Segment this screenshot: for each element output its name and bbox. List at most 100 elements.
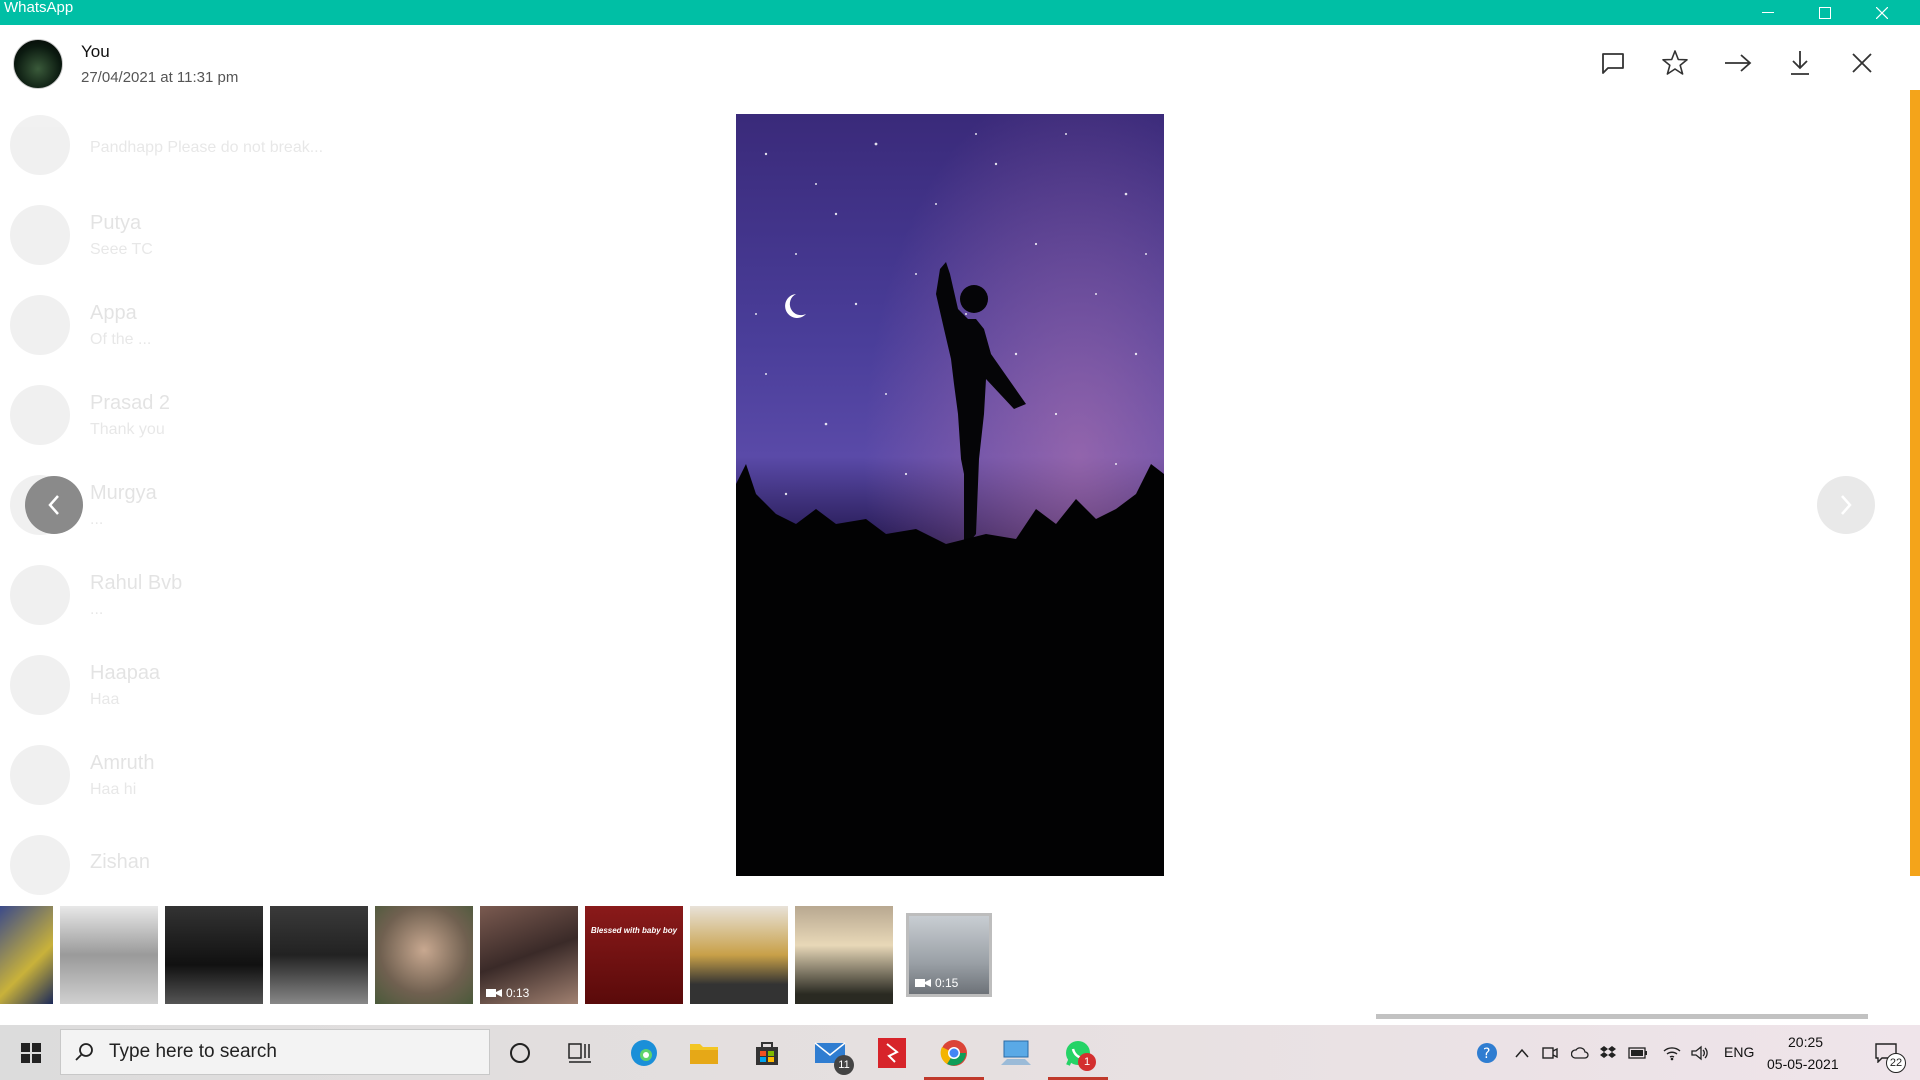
- start-button[interactable]: [10, 1025, 52, 1080]
- download-icon: [1791, 51, 1809, 75]
- close-viewer-button[interactable]: [1844, 45, 1880, 81]
- chat-list-item: Pandhapp Please do not break...: [0, 100, 560, 190]
- avatar: [10, 205, 70, 265]
- tray-app-button[interactable]: [1596, 1025, 1620, 1080]
- media-thumbnail[interactable]: [270, 906, 368, 1004]
- chat-name: Rahul Bvb: [90, 571, 183, 594]
- media-thumbnail[interactable]: [165, 906, 263, 1004]
- media-image: [736, 114, 1164, 876]
- star-button[interactable]: [1657, 45, 1693, 81]
- avatar: [10, 655, 70, 715]
- sender-name: You: [81, 42, 110, 61]
- chat-list-item: Haapaa Haa: [0, 640, 560, 730]
- windows-logo-icon: [21, 1042, 41, 1063]
- tray-app-button[interactable]: [1538, 1025, 1562, 1080]
- night-sky-silhouette-image: [736, 114, 1164, 876]
- speaker-icon: [1691, 1045, 1708, 1060]
- wifi-icon: [1663, 1046, 1681, 1060]
- close-icon: [1852, 53, 1872, 73]
- edge-app[interactable]: [622, 1025, 666, 1080]
- chat-list-item: Murgya...: [0, 460, 560, 550]
- chat-name: Putya: [90, 211, 142, 234]
- chat-preview: ...: [90, 510, 104, 528]
- cortana-button[interactable]: [500, 1025, 540, 1080]
- battery-icon: [1628, 1046, 1647, 1059]
- media-thumbnail[interactable]: 0:13: [480, 906, 578, 1004]
- message-timestamp: 27/04/2021 at 11:31 pm: [81, 69, 239, 86]
- task-view-icon: [568, 1042, 591, 1063]
- edge-browser-icon: [631, 1039, 657, 1066]
- clock-date[interactable]: 05-05-2021: [1767, 1056, 1839, 1072]
- video-camera-icon: [486, 989, 502, 997]
- svg-text:?: ?: [1483, 1046, 1490, 1062]
- media-thumbnail-selected[interactable]: 0:15: [906, 913, 992, 997]
- chat-preview: Pandhapp Please do not break...: [90, 139, 324, 156]
- horizontal-scrollbar[interactable]: [1376, 1014, 1868, 1019]
- remote-desktop-app[interactable]: [994, 1025, 1038, 1080]
- volume-button[interactable]: [1688, 1025, 1712, 1080]
- folder-icon: [690, 1043, 718, 1064]
- window-edge: [1910, 90, 1920, 876]
- close-window-button[interactable]: [1857, 0, 1907, 25]
- network-button[interactable]: [1660, 1025, 1684, 1080]
- chat-name: Haapaa: [90, 661, 161, 684]
- taskbar-search-box[interactable]: Type here to search: [60, 1029, 490, 1075]
- chat-list-item: Putya Seee TC: [0, 190, 560, 280]
- maximize-button[interactable]: [1800, 0, 1850, 25]
- meet-now-icon: [1542, 1046, 1558, 1059]
- media-thumbnail[interactable]: [690, 906, 788, 1004]
- next-media-button[interactable]: [1817, 476, 1875, 534]
- go-to-message-button[interactable]: [1595, 45, 1631, 81]
- battery-button[interactable]: [1626, 1025, 1650, 1080]
- file-explorer-app[interactable]: [682, 1025, 726, 1080]
- tray-app-button[interactable]: [1568, 1025, 1592, 1080]
- avatar: [10, 295, 70, 355]
- chrome-app[interactable]: [924, 1025, 984, 1080]
- media-thumbnail[interactable]: [60, 906, 158, 1004]
- avatar: [10, 565, 70, 625]
- previous-media-button[interactable]: [25, 476, 83, 534]
- chat-list-item: Zishan: [0, 820, 560, 910]
- media-thumbnail[interactable]: [0, 906, 53, 1004]
- store-bag-icon: [756, 1041, 778, 1065]
- thumbnail-caption: Blessed with baby boy: [590, 926, 678, 935]
- notification-count-badge: 22: [1886, 1053, 1906, 1073]
- whatsapp-badge: 1: [1078, 1053, 1096, 1071]
- language-indicator[interactable]: ENG: [1724, 1044, 1754, 1060]
- action-center-button[interactable]: 22: [1866, 1025, 1906, 1080]
- background-chat-list: Pandhapp Please do not break... Putya See…: [0, 100, 560, 1020]
- chevron-right-icon: [1841, 495, 1852, 515]
- acrobat-icon: [878, 1037, 906, 1068]
- media-thumbnail[interactable]: [375, 906, 473, 1004]
- avatar: [10, 385, 70, 445]
- store-app[interactable]: [745, 1025, 789, 1080]
- forward-button[interactable]: [1720, 45, 1756, 81]
- show-hidden-icons-button[interactable]: [1510, 1025, 1534, 1080]
- chat-name: Zishan: [90, 850, 151, 873]
- clock-time[interactable]: 20:25: [1788, 1034, 1823, 1050]
- media-thumbnail[interactable]: Blessed with baby boy: [585, 906, 683, 1004]
- minimize-button[interactable]: [1743, 0, 1793, 25]
- mail-app[interactable]: 11: [808, 1025, 854, 1080]
- chat-preview: ...: [90, 600, 104, 618]
- help-tray-button[interactable]: ?: [1474, 1025, 1500, 1080]
- task-view-button[interactable]: [560, 1025, 600, 1080]
- chat-preview: Seee TC: [90, 240, 153, 258]
- chat-list-item: Appa Of the ...: [0, 280, 560, 370]
- avatar: [10, 745, 70, 805]
- media-thumbnail-strip: 0:13 Blessed with baby boy: [0, 906, 1000, 1004]
- media-thumbnail[interactable]: [795, 906, 893, 1004]
- chrome-icon: [940, 1039, 967, 1066]
- whatsapp-app[interactable]: 1: [1048, 1025, 1108, 1080]
- chat-preview: Haa: [90, 690, 120, 708]
- avatar: [10, 835, 70, 895]
- download-button[interactable]: [1782, 45, 1818, 81]
- acrobat-app[interactable]: [870, 1025, 914, 1080]
- forward-icon: [1725, 54, 1752, 72]
- chat-preview: Of the ...: [90, 330, 152, 348]
- chat-preview: Haa hi: [90, 780, 137, 798]
- video-camera-icon: [915, 979, 931, 987]
- chat-name: Appa: [90, 301, 137, 324]
- sender-avatar[interactable]: [13, 39, 63, 89]
- search-placeholder: Type here to search: [109, 1041, 277, 1062]
